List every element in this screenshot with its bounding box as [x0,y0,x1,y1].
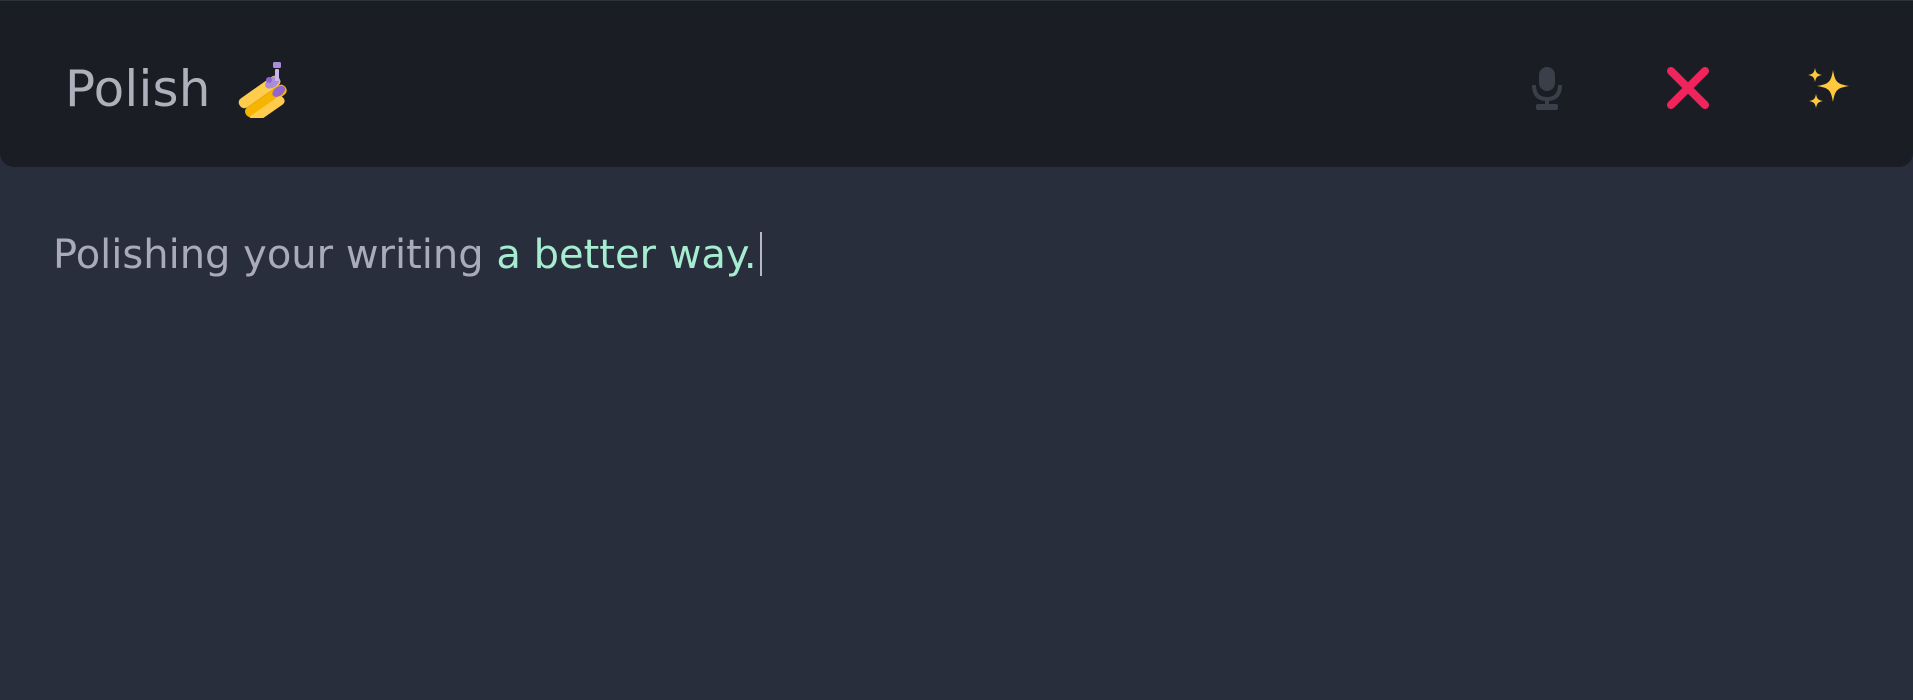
close-icon [1665,65,1711,114]
microphone-icon [1530,65,1564,114]
text-caret [759,232,762,276]
editor-text: Polishing your writing [53,232,497,278]
title-group: Polish [65,53,289,125]
nail-polish-icon [233,60,289,124]
close-button[interactable] [1658,59,1718,119]
app-title: Polish [65,60,211,118]
text-editor[interactable]: Polishing your writing a better way. [53,225,1853,645]
polish-app: Polish Polishing your writing a better w… [0,0,1913,700]
sparkles-icon [1805,64,1853,115]
app-header: Polish [0,0,1913,167]
editor-highlighted-text: a better way. [496,232,757,278]
microphone-button[interactable] [1517,59,1577,119]
polish-button[interactable] [1799,59,1859,119]
